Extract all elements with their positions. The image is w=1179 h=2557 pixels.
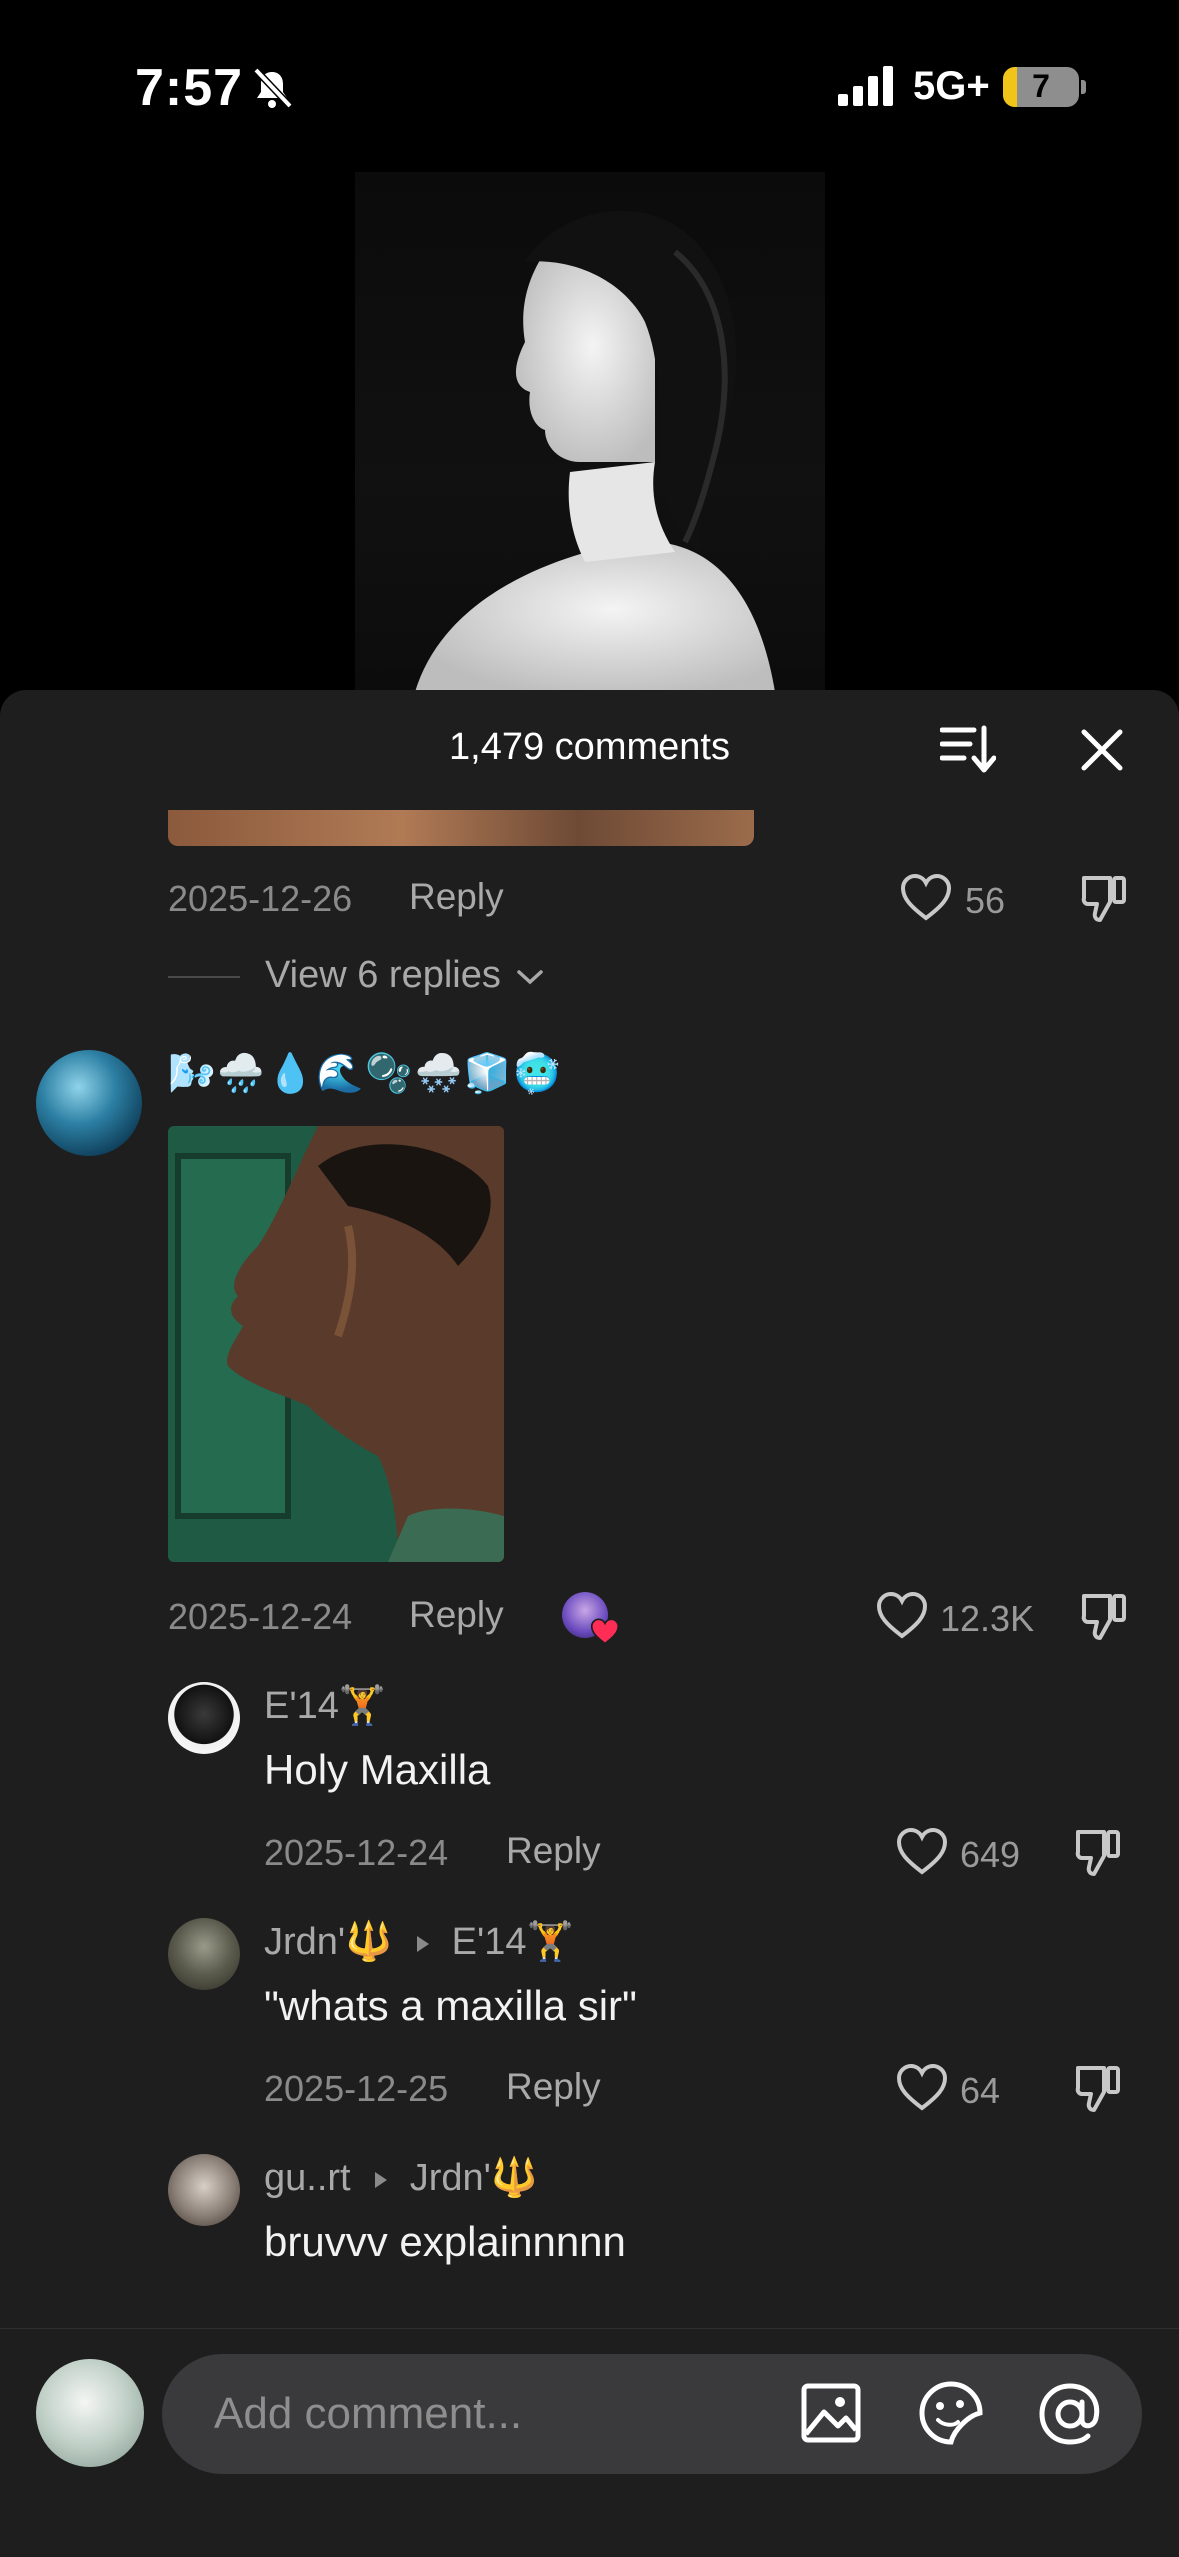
comments-count-title: 1,479 comments — [449, 726, 730, 768]
like-count: 12.3K — [940, 1598, 1035, 1639]
dislike-icon[interactable] — [1074, 1826, 1124, 1878]
comments-sheet: 1,479 comments 2025-12-26 Reply 56 View … — [0, 690, 1179, 2556]
reply-text: Holy Maxilla — [264, 1746, 491, 1793]
reply-username[interactable]: Jrdn'🔱 E'14🏋️ — [264, 1920, 574, 1964]
video-preview[interactable] — [355, 172, 825, 692]
battery-level: 7 — [1032, 68, 1050, 104]
avatar[interactable] — [168, 2154, 240, 2226]
close-icon[interactable] — [1080, 728, 1124, 772]
reply-button[interactable]: Reply — [409, 876, 504, 918]
reply-button[interactable]: Reply — [506, 2066, 601, 2108]
silent-bell-icon — [253, 67, 293, 109]
reply-author[interactable]: Jrdn'🔱 — [264, 1921, 393, 1963]
heart-icon[interactable] — [896, 2064, 948, 2112]
sticker-icon[interactable] — [918, 2380, 984, 2446]
avatar[interactable] — [168, 1682, 240, 1754]
dislike-icon[interactable] — [1080, 1590, 1130, 1642]
dislike-icon[interactable] — [1074, 2062, 1124, 2114]
my-avatar[interactable] — [36, 2359, 144, 2467]
mention-icon[interactable] — [1036, 2380, 1104, 2448]
comment-username[interactable]: 🌬️🌧️💧🌊🫧🌨️🧊🥶 — [168, 1052, 563, 1096]
comment-image-partial[interactable] — [168, 810, 754, 846]
avatar[interactable] — [168, 1918, 240, 1990]
like-count: 56 — [965, 880, 1006, 921]
avatar[interactable] — [36, 1050, 142, 1156]
reply-button[interactable]: Reply — [506, 1830, 601, 1872]
sort-icon[interactable] — [940, 724, 996, 774]
heart-icon[interactable] — [876, 1592, 928, 1640]
battery-icon: 7 — [1003, 67, 1079, 107]
reply-date: 2025-12-25 — [264, 2068, 449, 2109]
chevron-down-icon — [517, 970, 544, 985]
reply-username[interactable]: gu..rt Jrdn'🔱 — [264, 2156, 538, 2200]
like-count: 64 — [960, 2070, 1001, 2111]
view-replies-divider — [168, 976, 240, 978]
reply-author[interactable]: gu..rt — [264, 2157, 351, 2199]
like-count: 649 — [960, 1834, 1021, 1875]
comment-input-placeholder: Add comment... — [214, 2389, 523, 2438]
reply-username[interactable]: E'14🏋️ — [264, 1684, 386, 1728]
reply-target[interactable]: Jrdn'🔱 — [410, 2157, 539, 2199]
dislike-icon[interactable] — [1080, 872, 1130, 924]
view-replies-link[interactable]: View 6 replies — [265, 954, 545, 997]
comment-date: 2025-12-26 — [168, 878, 353, 919]
image-icon[interactable] — [800, 2382, 862, 2444]
reply-text: bruvvv explainnnnn — [264, 2218, 626, 2265]
reply-date: 2025-12-24 — [264, 1832, 449, 1873]
comment-date: 2025-12-24 — [168, 1596, 353, 1637]
comment-image[interactable] — [168, 1126, 504, 1562]
reply-text: "whats a maxilla sir" — [264, 1982, 637, 2029]
heart-badge-icon — [590, 1618, 620, 1645]
network-type: 5G+ — [913, 64, 990, 108]
reply-to-arrow-icon — [417, 1935, 430, 1952]
status-time: 7:57 — [135, 59, 244, 117]
heart-icon[interactable] — [900, 874, 952, 922]
reply-to-arrow-icon — [375, 2171, 388, 2188]
reply-target[interactable]: E'14🏋️ — [452, 1921, 574, 1963]
battery-tip — [1081, 80, 1086, 94]
reply-button[interactable]: Reply — [409, 1594, 504, 1636]
view-replies-label: View 6 replies — [265, 954, 501, 996]
signal-icon — [838, 66, 893, 106]
heart-icon[interactable] — [896, 1828, 948, 1876]
